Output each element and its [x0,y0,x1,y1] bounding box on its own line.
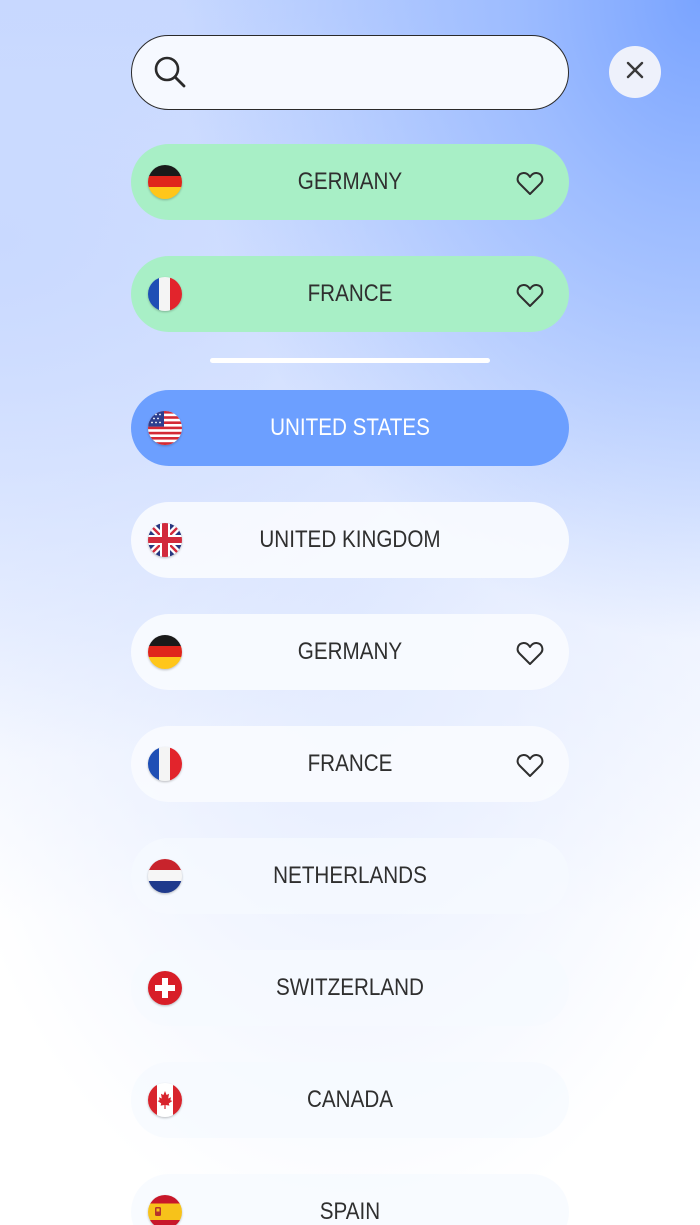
country-label: UNITED STATES [270,414,430,441]
country-label: CANADA [306,1086,394,1113]
section-divider [210,358,490,363]
close-icon [625,60,645,85]
united-states-flag-icon [148,411,182,445]
country-label: FRANCE [307,750,393,777]
country-label: FRANCE [307,280,393,307]
country-row-canada[interactable]: CANADA [131,1062,569,1138]
country-label: NETHERLANDS [273,862,427,889]
search-bar[interactable] [131,35,569,110]
search-input[interactable] [196,36,556,108]
search-icon [152,54,188,90]
netherlands-flag-icon [148,859,182,893]
country-row-switzerland[interactable]: SWITZERLAND [131,950,569,1026]
germany-flag-icon [148,635,182,669]
heart-icon[interactable] [515,750,545,780]
switzerland-flag-icon [148,971,182,1005]
favorite-row-germany[interactable]: GERMANY [131,144,569,220]
country-row-united-states[interactable]: UNITED STATES [131,390,569,466]
country-label: SWITZERLAND [276,974,424,1001]
country-row-netherlands[interactable]: NETHERLANDS [131,838,569,914]
france-flag-icon [148,277,182,311]
country-row-spain[interactable]: SPAIN [131,1174,569,1225]
country-row-france[interactable]: FRANCE [131,726,569,802]
country-label: UNITED KINGDOM [259,526,441,553]
favorite-row-france[interactable]: FRANCE [131,256,569,332]
heart-icon[interactable] [515,280,545,310]
heart-icon[interactable] [515,168,545,198]
country-label: GERMANY [297,168,403,195]
spain-flag-icon [148,1195,182,1225]
heart-icon[interactable] [515,638,545,668]
france-flag-icon [148,747,182,781]
country-label: GERMANY [297,638,403,665]
germany-flag-icon [148,165,182,199]
country-row-united-kingdom[interactable]: UNITED KINGDOM [131,502,569,578]
canada-flag-icon [148,1083,182,1117]
country-label: SPAIN [319,1198,381,1225]
close-button[interactable] [609,46,661,98]
country-row-germany[interactable]: GERMANY [131,614,569,690]
united-kingdom-flag-icon [148,523,182,557]
